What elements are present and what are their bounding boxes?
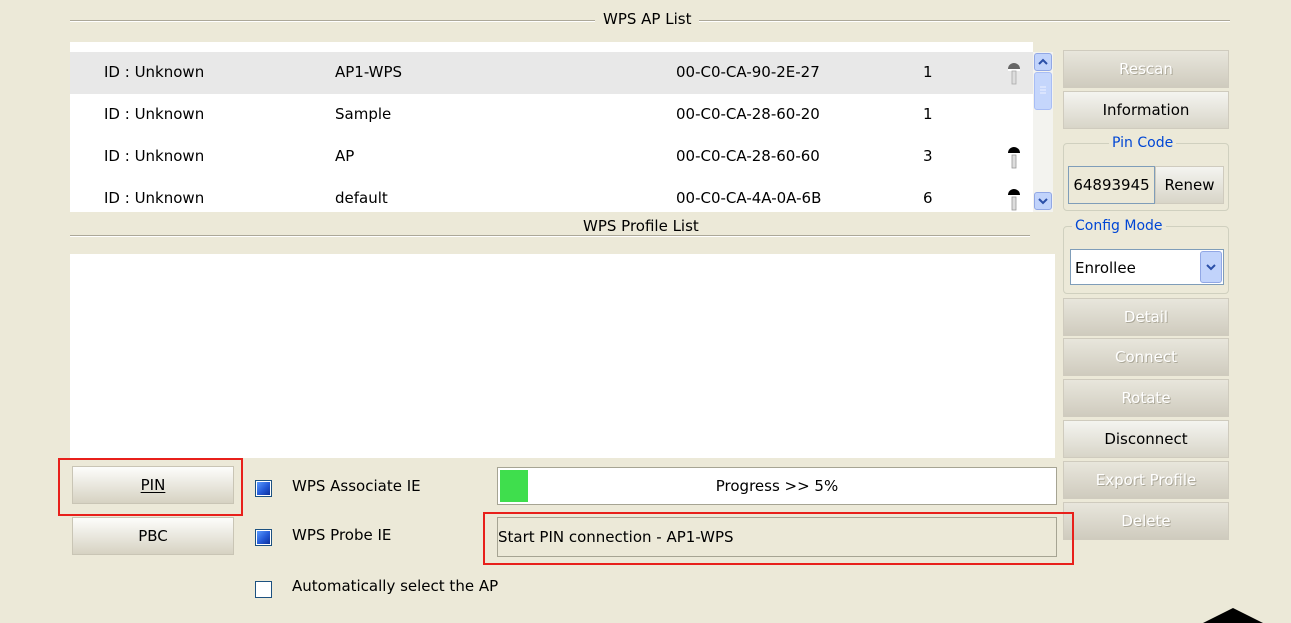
wps-associate-ie-label: WPS Associate IE (292, 477, 421, 495)
scroll-up-button[interactable] (1034, 53, 1052, 71)
up-arrow-icon (1203, 608, 1263, 623)
ap-bssid: 00-C0-CA-28-60-60 (676, 147, 820, 165)
ap-channel: 3 (923, 147, 933, 165)
pin-code-field[interactable]: 64893945 (1068, 166, 1155, 204)
ap-id: ID : Unknown (104, 147, 205, 165)
renew-button[interactable]: Renew (1155, 166, 1224, 204)
pin-highlight-box (58, 458, 243, 516)
dropdown-button[interactable] (1200, 251, 1222, 283)
ap-bssid: 00-C0-CA-28-60-20 (676, 105, 820, 123)
chevron-up-icon (1038, 58, 1048, 65)
wps-associate-ie-checkbox[interactable] (255, 480, 272, 497)
rescan-button[interactable]: Rescan (1063, 50, 1229, 88)
connect-button[interactable]: Connect (1063, 338, 1229, 376)
ap-ssid: AP (335, 147, 355, 165)
ap-bssid: 00-C0-CA-4A-0A-6B (676, 189, 822, 207)
ap-id: ID : Unknown (104, 105, 205, 123)
chevron-down-icon (1206, 264, 1216, 271)
disconnect-button[interactable]: Disconnect (1063, 420, 1229, 458)
chevron-down-icon (1038, 198, 1048, 205)
ap-ssid: default (335, 189, 388, 207)
ap-channel: 1 (923, 63, 933, 81)
ap-list-scrollbar[interactable] (1033, 52, 1053, 212)
progress-bar: Progress >> 5% (497, 467, 1057, 505)
wps-probe-ie-label: WPS Probe IE (292, 526, 392, 544)
pin-code-label: Pin Code (1109, 135, 1177, 151)
auto-select-ap-label: Automatically select the AP (292, 577, 499, 595)
config-mode-group: Config Mode Enrollee (1063, 218, 1229, 294)
profile-list[interactable] (70, 254, 1055, 458)
wps-probe-ie-checkbox[interactable] (255, 529, 272, 546)
key-icon (1008, 147, 1020, 169)
scroll-thumb[interactable] (1034, 72, 1052, 110)
ap-ssid: Sample (335, 105, 392, 123)
export-profile-button[interactable]: Export Profile (1063, 461, 1229, 499)
grip-icon (1040, 86, 1046, 94)
progress-text: Progress >> 5% (715, 477, 839, 495)
pin-code-group: Pin Code 64893945 Renew (1063, 135, 1229, 211)
delete-button[interactable]: Delete (1063, 502, 1229, 540)
ap-ssid: AP1-WPS (335, 63, 403, 81)
ap-channel: 1 (923, 105, 933, 123)
key-icon (1008, 63, 1020, 85)
auto-select-ap-checkbox[interactable] (255, 581, 272, 598)
config-mode-value: Enrollee (1075, 259, 1136, 277)
ap-row[interactable]: ID : Unknown Sample 00-C0-CA-28-60-20 1 (70, 94, 1033, 136)
ap-id: ID : Unknown (104, 63, 205, 81)
ap-list-title: WPS AP List (595, 10, 700, 28)
ap-channel: 6 (923, 189, 933, 207)
ap-row[interactable]: ID : Unknown AP 00-C0-CA-28-60-60 3 (70, 136, 1033, 178)
pbc-button-label: PBC (138, 527, 168, 545)
pbc-button[interactable]: PBC (72, 517, 234, 555)
ap-row[interactable]: ID : Unknown AP1-WPS 00-C0-CA-90-2E-27 1 (70, 52, 1033, 94)
config-mode-select[interactable]: Enrollee (1070, 249, 1224, 285)
detail-button[interactable]: Detail (1063, 298, 1229, 336)
ap-id: ID : Unknown (104, 189, 205, 207)
ap-list[interactable]: ID : Unknown AP1-WPS 00-C0-CA-90-2E-27 1… (70, 42, 1033, 212)
config-mode-label: Config Mode (1072, 218, 1166, 234)
key-icon (1008, 189, 1020, 211)
status-highlight-box (483, 512, 1074, 565)
information-button[interactable]: Information (1063, 91, 1229, 129)
profile-list-title: WPS Profile List (575, 217, 707, 235)
scroll-down-button[interactable] (1034, 192, 1052, 210)
ap-bssid: 00-C0-CA-90-2E-27 (676, 63, 820, 81)
rotate-button[interactable]: Rotate (1063, 379, 1229, 417)
ap-row[interactable]: ID : Unknown default 00-C0-CA-4A-0A-6B 6 (70, 178, 1033, 212)
